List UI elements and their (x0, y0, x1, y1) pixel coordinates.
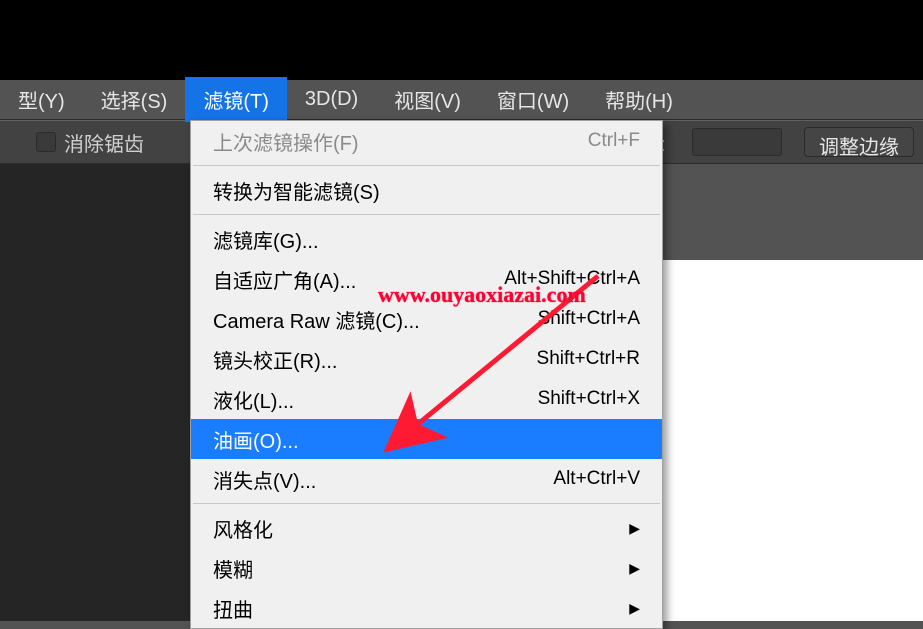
menu-item-label: 自适应广角(A)... (213, 265, 356, 294)
menu-item-label: 消失点(V)... (213, 465, 316, 494)
menu-item-label: Camera Raw 滤镜(C)... (213, 305, 420, 334)
menu-vanishing-point[interactable]: 消失点(V)... Alt+Ctrl+V (191, 459, 662, 499)
menu-stylize[interactable]: 风格化 ▶ (191, 508, 662, 548)
menu-item-shortcut: Shift+Ctrl+X (538, 388, 640, 410)
filter-dropdown: 上次滤镜操作(F) Ctrl+F 转换为智能滤镜(S) 滤镜库(G)... 自适… (190, 120, 663, 629)
menu-view[interactable]: 视图(V) (376, 77, 479, 122)
menu-item-label: 液化(L)... (213, 385, 294, 414)
menu-blur[interactable]: 模糊 ▶ (191, 548, 662, 588)
menu-type[interactable]: 型(Y) (0, 77, 83, 122)
menu-item-label: 转换为智能滤镜(S) (213, 176, 380, 205)
menu-item-label: 风格化 (213, 514, 273, 543)
menu-oil-paint[interactable]: 油画(O)... (191, 419, 662, 459)
menu-item-shortcut: Shift+Ctrl+R (537, 348, 640, 370)
menu-item-label: 上次滤镜操作(F) (213, 127, 359, 156)
menu-filter-gallery[interactable]: 滤镜库(G)... (191, 219, 662, 259)
submenu-arrow-icon: ▶ (629, 600, 640, 617)
submenu-arrow-icon: ▶ (629, 560, 640, 577)
checkbox-box[interactable] (36, 132, 56, 152)
menu-separator (193, 214, 660, 215)
menu-item-label: 油画(O)... (213, 425, 299, 454)
menu-item-label: 滤镜库(G)... (213, 225, 319, 254)
degree-input[interactable] (692, 128, 782, 156)
menu-select[interactable]: 选择(S) (83, 77, 186, 122)
menu-item-shortcut: Shift+Ctrl+A (538, 308, 640, 330)
menu-convert-smart-filter[interactable]: 转换为智能滤镜(S) (191, 170, 662, 210)
submenu-arrow-icon: ▶ (629, 520, 640, 537)
menu-item-shortcut: Alt+Ctrl+V (553, 468, 640, 490)
menu-window[interactable]: 窗口(W) (479, 77, 587, 122)
antialias-label: 消除锯齿 (64, 128, 144, 157)
menubar: 型(Y) 选择(S) 滤镜(T) 3D(D) 视图(V) 窗口(W) 帮助(H) (0, 80, 923, 120)
menu-lens-correction[interactable]: 镜头校正(R)... Shift+Ctrl+R (191, 339, 662, 379)
menu-item-label: 镜头校正(R)... (213, 345, 337, 374)
watermark-text: www.ouyaoxiazai.com (378, 282, 586, 308)
menu-item-label: 扭曲 (213, 594, 253, 623)
adjust-edge-button[interactable]: 调整边缘 (804, 127, 914, 157)
menu-3d[interactable]: 3D(D) (287, 80, 376, 119)
menu-separator (193, 165, 660, 166)
menu-help[interactable]: 帮助(H) (587, 77, 691, 122)
menu-last-filter[interactable]: 上次滤镜操作(F) Ctrl+F (191, 121, 662, 161)
menu-separator (193, 503, 660, 504)
menu-filter[interactable]: 滤镜(T) (185, 77, 287, 122)
top-strip (0, 0, 923, 80)
menu-liquify[interactable]: 液化(L)... Shift+Ctrl+X (191, 379, 662, 419)
menu-item-label: 模糊 (213, 554, 253, 583)
menu-distort[interactable]: 扭曲 ▶ (191, 588, 662, 628)
antialias-checkbox[interactable]: 消除锯齿 (36, 128, 144, 157)
menu-item-shortcut: Ctrl+F (588, 130, 640, 152)
